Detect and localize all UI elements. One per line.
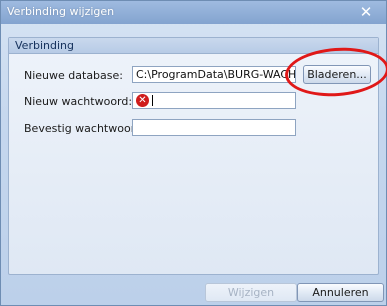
confirm-password-label: Bevestig wachtwoord:	[24, 122, 146, 135]
panel-header: Verbinding	[9, 38, 378, 54]
password-label: Nieuw wachtwoord:	[24, 95, 133, 108]
confirm-password-field[interactable]	[132, 119, 296, 136]
browse-button[interactable]: Bladeren...	[303, 65, 371, 84]
cancel-button[interactable]: Annuleren	[297, 283, 384, 302]
database-field[interactable]: C:\ProgramData\BURG-WACHTER\	[132, 66, 296, 83]
password-field[interactable]: ✕	[132, 92, 296, 109]
ok-button[interactable]: Wijzigen	[205, 283, 297, 302]
text-caret	[152, 95, 153, 106]
title-bar[interactable]: Verbinding wijzigen ✕	[1, 1, 386, 24]
error-icon: ✕	[136, 94, 149, 107]
panel-title: Verbinding	[15, 39, 74, 52]
dialog-window: Verbinding wijzigen ✕ Verbinding Nieuwe …	[0, 0, 387, 306]
close-button[interactable]: ✕	[352, 3, 380, 21]
database-label: Nieuwe database:	[24, 69, 123, 82]
close-icon: ✕	[359, 2, 373, 21]
window-title: Verbinding wijzigen	[7, 5, 115, 18]
